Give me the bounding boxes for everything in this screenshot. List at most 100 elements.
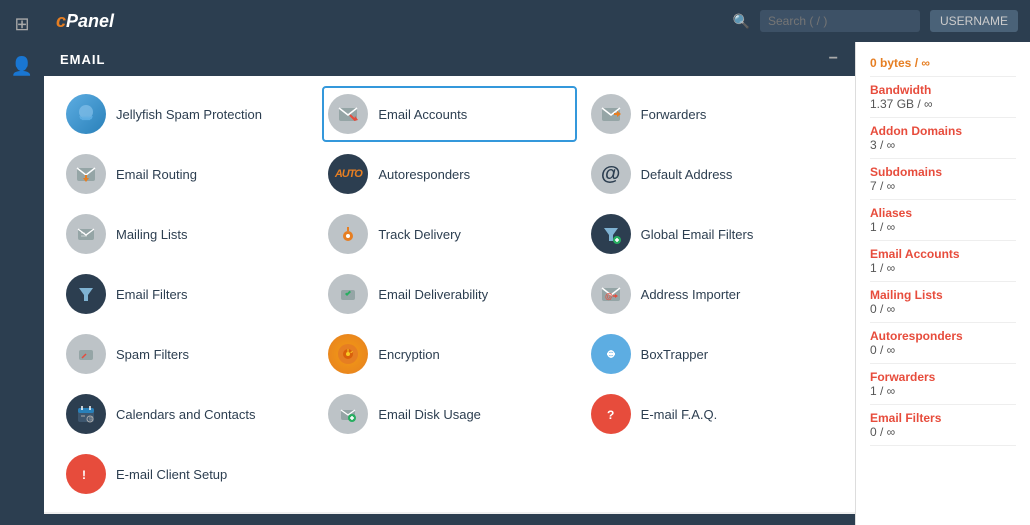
stat-bandwidth-label: Bandwidth: [870, 83, 1016, 97]
jellyfish-spam-item[interactable]: Jellyfish Spam Protection: [60, 86, 314, 142]
email-filters-label: Email Filters: [116, 287, 188, 302]
grid-icon[interactable]: ⊞: [6, 8, 38, 40]
autoresponders-icon: AUTO: [328, 154, 368, 194]
forwarders-label: Forwarders: [641, 107, 707, 122]
email-client-setup-item[interactable]: ! E-mail Client Setup: [60, 446, 314, 502]
collapse-icon[interactable]: −: [829, 50, 839, 68]
databases-section-header: DATABASES −: [44, 514, 855, 525]
email-deliverability-item[interactable]: Email Deliverability: [322, 266, 576, 322]
spam-filters-label: Spam Filters: [116, 347, 189, 362]
header-right: 🔍 USERNAME: [733, 10, 1018, 32]
stat-email-accounts-label: Email Accounts: [870, 247, 1016, 261]
stat-forwarders-value: 1 / ∞: [870, 384, 1016, 398]
email-accounts-icon: [328, 94, 368, 134]
spam-filters-item[interactable]: Spam Filters: [60, 326, 314, 382]
databases-section: DATABASES − ⊞ phpMyAdmin 🐬 MySQL® Databa…: [44, 514, 855, 525]
stat-bandwidth-value: 1.37 GB / ∞: [870, 97, 1016, 111]
stat-email-filters-label: Email Filters: [870, 411, 1016, 425]
boxtrapper-icon: [591, 334, 631, 374]
default-address-item[interactable]: @ Default Address: [585, 146, 839, 202]
main-content: EMAIL − Jellyfish Spam Protection: [44, 42, 855, 525]
email-section: EMAIL − Jellyfish Spam Protection: [44, 42, 855, 512]
email-filters-item[interactable]: Email Filters: [60, 266, 314, 322]
default-address-icon: @: [591, 154, 631, 194]
email-disk-usage-item[interactable]: Email Disk Usage: [322, 386, 576, 442]
email-faq-item[interactable]: ? E-mail F.A.Q.: [585, 386, 839, 442]
stat-disk: 0 bytes / ∞: [870, 50, 1016, 77]
email-routing-label: Email Routing: [116, 167, 197, 182]
boxtrapper-item[interactable]: BoxTrapper: [585, 326, 839, 382]
encryption-icon: [328, 334, 368, 374]
stat-bandwidth: Bandwidth 1.37 GB / ∞: [870, 77, 1016, 118]
stat-subdomains-label: Subdomains: [870, 165, 1016, 179]
stat-email-accounts-value: 1 / ∞: [870, 261, 1016, 275]
user-button[interactable]: USERNAME: [930, 10, 1018, 32]
email-disk-usage-icon: [328, 394, 368, 434]
autoresponders-label: Autoresponders: [378, 167, 470, 182]
search-icon: 🔍: [733, 13, 750, 30]
encryption-label: Encryption: [378, 347, 439, 362]
stat-mailing-lists-label: Mailing Lists: [870, 288, 1016, 302]
email-section-body: Jellyfish Spam Protection Email Accounts: [44, 76, 855, 512]
forwarders-icon: [591, 94, 631, 134]
email-faq-label: E-mail F.A.Q.: [641, 407, 718, 422]
stat-addon-label: Addon Domains: [870, 124, 1016, 138]
stat-mailing-lists: Mailing Lists 0 / ∞: [870, 282, 1016, 323]
jellyfish-spam-label: Jellyfish Spam Protection: [116, 107, 262, 122]
spam-filters-icon: [66, 334, 106, 374]
stat-autoresponders-value: 0 / ∞: [870, 343, 1016, 357]
email-filters-icon: [66, 274, 106, 314]
calendars-contacts-label: Calendars and Contacts: [116, 407, 255, 422]
email-client-setup-label: E-mail Client Setup: [116, 467, 227, 482]
user-icon[interactable]: 👤: [6, 50, 38, 82]
stat-aliases: Aliases 1 / ∞: [870, 200, 1016, 241]
svg-text:@: @: [605, 292, 613, 301]
stat-autoresponders: Autoresponders 0 / ∞: [870, 323, 1016, 364]
stat-forwarders: Forwarders 1 / ∞: [870, 364, 1016, 405]
track-delivery-item[interactable]: Track Delivery: [322, 206, 576, 262]
stat-aliases-value: 1 / ∞: [870, 220, 1016, 234]
autoresponders-item[interactable]: AUTO Autoresponders: [322, 146, 576, 202]
mailing-lists-icon: [66, 214, 106, 254]
stat-email-accounts: Email Accounts 1 / ∞: [870, 241, 1016, 282]
jellyfish-icon: [66, 94, 106, 134]
svg-text:!: !: [82, 468, 86, 482]
email-deliverability-label: Email Deliverability: [378, 287, 488, 302]
stat-email-filters: Email Filters 0 / ∞: [870, 405, 1016, 446]
email-client-setup-icon: !: [66, 454, 106, 494]
right-sidebar: 0 bytes / ∞ Bandwidth 1.37 GB / ∞ Addon …: [855, 42, 1030, 525]
email-section-header: EMAIL −: [44, 42, 855, 76]
encryption-item[interactable]: Encryption: [322, 326, 576, 382]
stat-subdomains-value: 7 / ∞: [870, 179, 1016, 193]
email-deliverability-icon: [328, 274, 368, 314]
email-disk-usage-label: Email Disk Usage: [378, 407, 481, 422]
stat-mailing-lists-value: 0 / ∞: [870, 302, 1016, 316]
calendars-contacts-icon: @: [66, 394, 106, 434]
cpanel-logo: cPanel: [56, 11, 114, 32]
track-delivery-icon: [328, 214, 368, 254]
stat-aliases-label: Aliases: [870, 206, 1016, 220]
email-routing-icon: [66, 154, 106, 194]
global-email-filters-icon: [591, 214, 631, 254]
mailing-lists-item[interactable]: Mailing Lists: [60, 206, 314, 262]
email-section-label: EMAIL: [60, 52, 105, 67]
search-input[interactable]: [760, 10, 920, 32]
forwarders-item[interactable]: Forwarders: [585, 86, 839, 142]
mailing-lists-label: Mailing Lists: [116, 227, 188, 242]
track-delivery-label: Track Delivery: [378, 227, 461, 242]
address-importer-item[interactable]: @ Address Importer: [585, 266, 839, 322]
boxtrapper-label: BoxTrapper: [641, 347, 708, 362]
stat-autoresponders-label: Autoresponders: [870, 329, 1016, 343]
email-accounts-label: Email Accounts: [378, 107, 467, 122]
global-email-filters-item[interactable]: Global Email Filters: [585, 206, 839, 262]
calendars-contacts-item[interactable]: @ Calendars and Contacts: [60, 386, 314, 442]
default-address-label: Default Address: [641, 167, 733, 182]
email-accounts-item[interactable]: Email Accounts: [322, 86, 576, 142]
svg-text:@: @: [89, 416, 94, 422]
address-importer-icon: @: [591, 274, 631, 314]
stat-forwarders-label: Forwarders: [870, 370, 1016, 384]
email-routing-item[interactable]: Email Routing: [60, 146, 314, 202]
email-faq-icon: ?: [591, 394, 631, 434]
stat-subdomains: Subdomains 7 / ∞: [870, 159, 1016, 200]
stat-addon-value: 3 / ∞: [870, 138, 1016, 152]
